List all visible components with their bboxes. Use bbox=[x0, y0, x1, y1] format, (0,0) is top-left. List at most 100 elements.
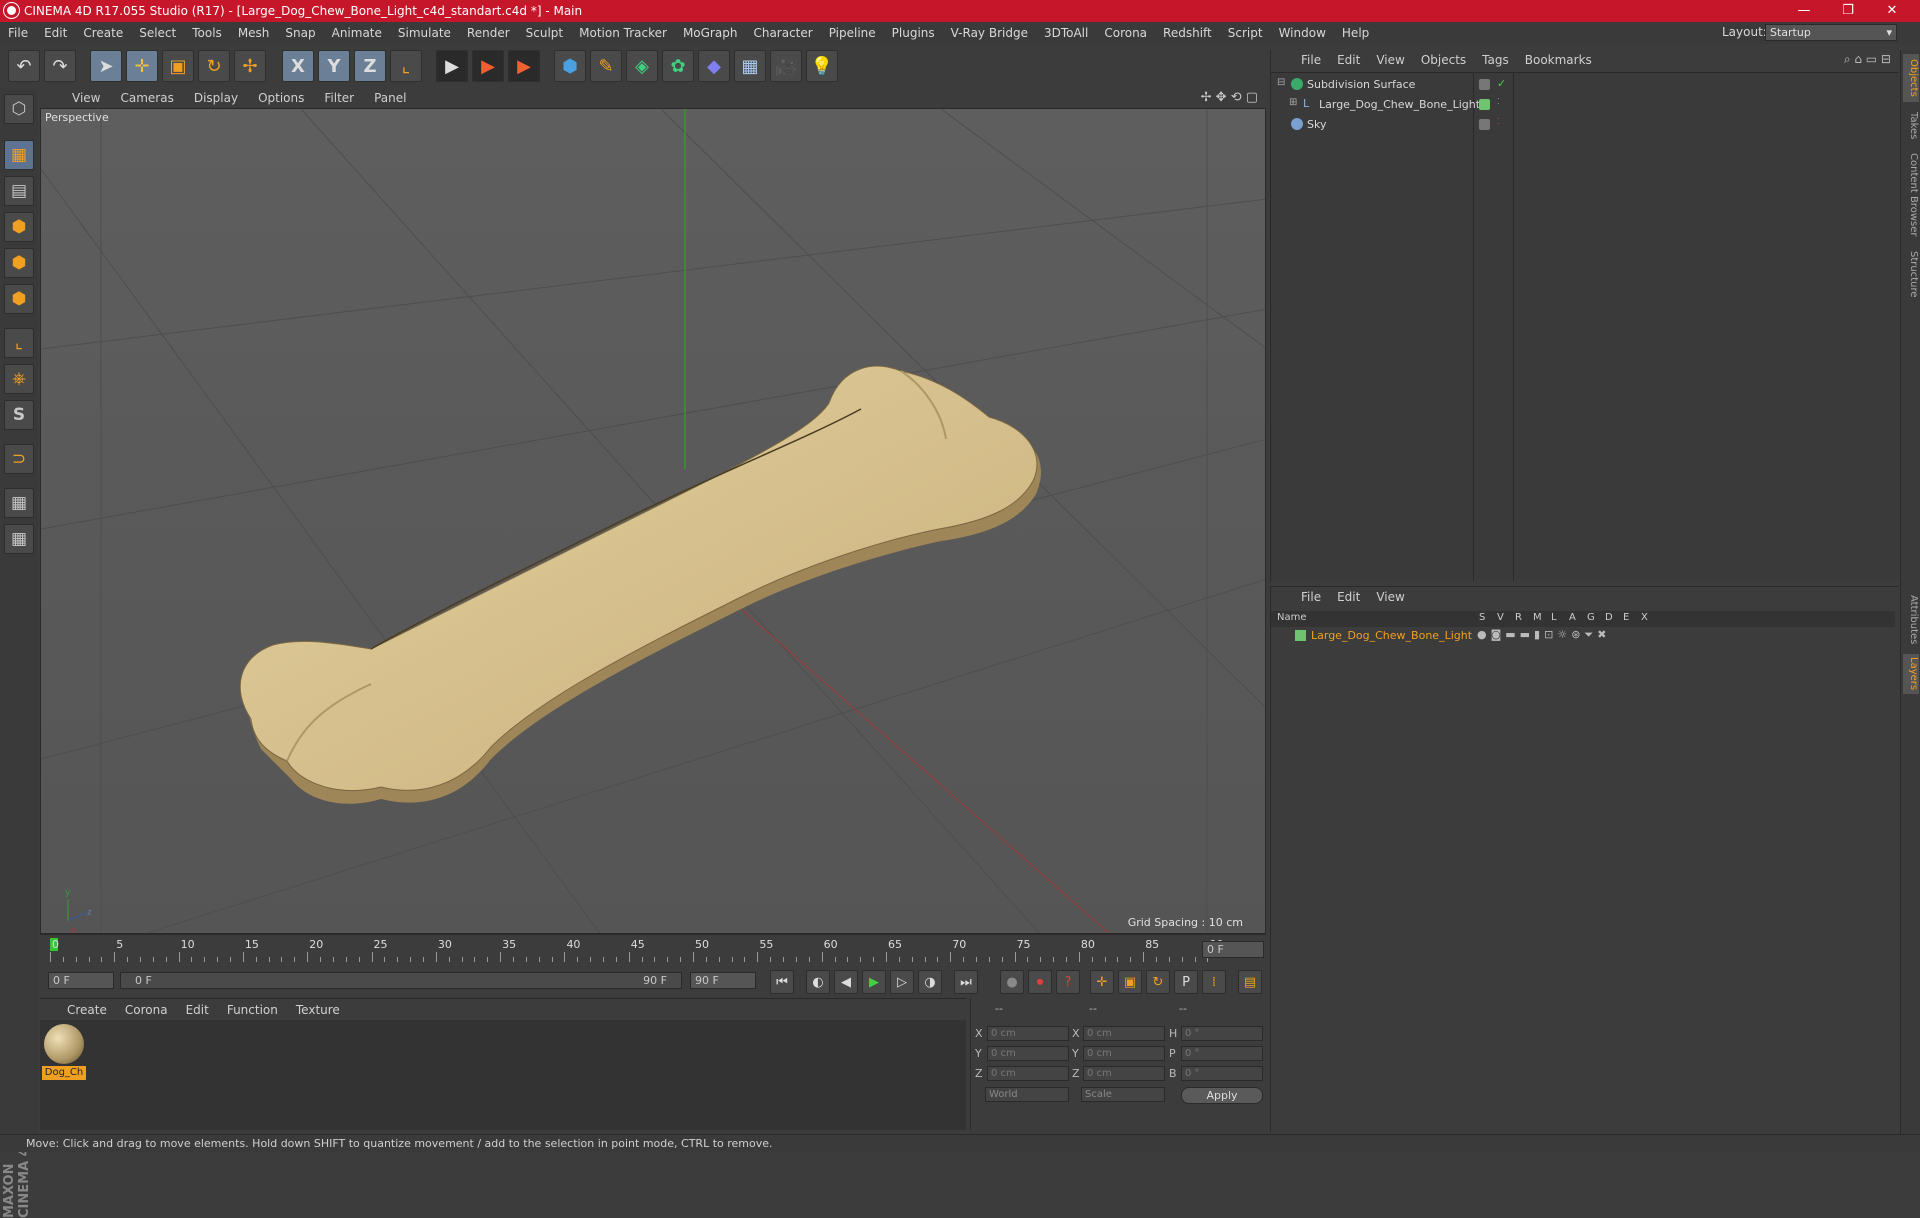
position-x-field[interactable]: 0 cm bbox=[987, 1026, 1069, 1041]
select-tool-button[interactable]: ➤ bbox=[90, 50, 122, 82]
snap-grid-button[interactable]: ▦ bbox=[4, 488, 34, 518]
menu-edit[interactable]: Edit bbox=[36, 26, 75, 40]
visibility-dots-icon[interactable]: ⁚ bbox=[1497, 117, 1500, 126]
points-mode-button[interactable]: ⬢ bbox=[4, 248, 34, 278]
object-row[interactable]: Sky ⁚ bbox=[1271, 115, 1895, 135]
menu-vray-bridge[interactable]: V-Ray Bridge bbox=[943, 26, 1036, 40]
viewport-menu-view[interactable]: View bbox=[62, 91, 110, 105]
menu-redshift[interactable]: Redshift bbox=[1155, 26, 1220, 40]
object-row[interactable]: ⊟ Subdivision Surface ✓ bbox=[1271, 75, 1895, 95]
coordinate-mode-select[interactable]: World bbox=[985, 1087, 1069, 1102]
tab-layers[interactable]: Layers bbox=[1903, 654, 1919, 694]
array-button[interactable]: ✿ bbox=[662, 50, 694, 82]
record-keys-icon[interactable]: ● bbox=[1000, 970, 1024, 994]
layer-tag-icon[interactable] bbox=[1479, 99, 1490, 110]
material-swatch[interactable]: Dog_Ch bbox=[42, 1022, 86, 1082]
menu-character[interactable]: Character bbox=[745, 26, 820, 40]
render-view-button[interactable]: ▶ bbox=[436, 50, 468, 82]
key-parameter-button[interactable]: P bbox=[1174, 970, 1198, 994]
light-button[interactable]: 💡 bbox=[806, 50, 838, 82]
material-menu-texture[interactable]: Texture bbox=[287, 1003, 349, 1017]
menu-motion-tracker[interactable]: Motion Tracker bbox=[571, 26, 675, 40]
viewport-menu-options[interactable]: Options bbox=[248, 91, 314, 105]
menu-simulate[interactable]: Simulate bbox=[390, 26, 459, 40]
perspective-viewport[interactable]: y z x Perspective Grid Spacing : 10 cm bbox=[40, 108, 1266, 934]
axis-mode-button[interactable]: ⎈ bbox=[4, 364, 34, 394]
floor-button[interactable]: ▦ bbox=[734, 50, 766, 82]
key-rotation-button[interactable]: ↻ bbox=[1146, 970, 1170, 994]
viewport-menu-panel[interactable]: Panel bbox=[364, 91, 416, 105]
keyframe-selection-button[interactable]: ? bbox=[1056, 970, 1080, 994]
menu-create[interactable]: Create bbox=[75, 26, 131, 40]
layer-tag-icon[interactable] bbox=[1479, 79, 1490, 90]
key-scale-button[interactable]: ▣ bbox=[1118, 970, 1142, 994]
objects-menu-objects[interactable]: Objects bbox=[1413, 53, 1474, 67]
end-frame-field[interactable]: 90 F bbox=[690, 972, 756, 989]
rotation-p-field[interactable]: 0 ° bbox=[1181, 1046, 1263, 1061]
texture-mode-button[interactable]: ▤ bbox=[4, 176, 34, 206]
tab-content-browser[interactable]: Content Browser bbox=[1903, 150, 1919, 240]
maximize-button[interactable]: ❐ bbox=[1826, 0, 1870, 22]
go-to-start-button[interactable]: ⏮ bbox=[770, 970, 794, 994]
scale-mode-select[interactable]: Scale bbox=[1081, 1087, 1165, 1102]
model-mode-button[interactable]: ▦ bbox=[4, 140, 34, 170]
redo-button[interactable]: ↷ bbox=[44, 50, 76, 82]
menu-select[interactable]: Select bbox=[131, 26, 184, 40]
make-editable-button[interactable]: ⬡ bbox=[4, 94, 34, 124]
menu-render[interactable]: Render bbox=[459, 26, 518, 40]
camera-button[interactable]: 🎥 bbox=[770, 50, 802, 82]
viewport-menu-cameras[interactable]: Cameras bbox=[110, 91, 183, 105]
menu-file[interactable]: File bbox=[0, 26, 36, 40]
autokey-button[interactable]: ⏺ bbox=[1028, 970, 1052, 994]
layers-menu-file[interactable]: File bbox=[1293, 590, 1329, 604]
size-z-field[interactable]: 0 cm bbox=[1083, 1066, 1165, 1081]
menu-pipeline[interactable]: Pipeline bbox=[821, 26, 884, 40]
tab-structure[interactable]: Structure bbox=[1903, 246, 1919, 302]
menu-script[interactable]: Script bbox=[1220, 26, 1271, 40]
menu-window[interactable]: Window bbox=[1271, 26, 1334, 40]
rotate-tool-button[interactable]: ↻ bbox=[198, 50, 230, 82]
menu-snap[interactable]: Snap bbox=[277, 26, 323, 40]
object-row[interactable]: ⊞ L Large_Dog_Chew_Bone_Light ⁚ bbox=[1271, 95, 1895, 115]
render-settings-button[interactable]: ▶ bbox=[508, 50, 540, 82]
go-to-end-button[interactable]: ⏭ bbox=[954, 970, 978, 994]
menu-sculpt[interactable]: Sculpt bbox=[518, 26, 571, 40]
layers-menu-edit[interactable]: Edit bbox=[1329, 590, 1368, 604]
tab-takes[interactable]: Takes bbox=[1903, 108, 1919, 144]
layer-flag-icons[interactable]: ●◙▬▬▮⊡☼⊛⏷✖ bbox=[1477, 628, 1610, 642]
apply-button[interactable]: Apply bbox=[1181, 1087, 1263, 1104]
material-menu-create[interactable]: Create bbox=[58, 1003, 116, 1017]
objects-menu-view[interactable]: View bbox=[1368, 53, 1412, 67]
timeline-ruler[interactable]: 051015202530354045505560657075808590 0 F bbox=[40, 934, 1266, 964]
render-to-picture-viewer-button[interactable]: ▶ bbox=[472, 50, 504, 82]
viewport-nav-icons[interactable]: ✢ ✥ ⟲ ▢ bbox=[1201, 90, 1258, 105]
close-button[interactable]: ✕ bbox=[1870, 0, 1914, 22]
range-slider[interactable]: 0 F 90 F bbox=[120, 972, 682, 989]
expand-toggle-icon[interactable]: ⊞ bbox=[1289, 97, 1297, 108]
polygons-mode-button[interactable]: ⌞ bbox=[4, 328, 34, 358]
material-menu-function[interactable]: Function bbox=[218, 1003, 287, 1017]
y-axis-button[interactable]: Y bbox=[318, 50, 350, 82]
start-frame-field[interactable]: 0 F bbox=[48, 972, 114, 989]
scale-tool-button[interactable]: ▣ bbox=[162, 50, 194, 82]
timeline-window-button[interactable]: ▤ bbox=[1238, 970, 1262, 994]
size-y-field[interactable]: 0 cm bbox=[1083, 1046, 1165, 1061]
pen-spline-button[interactable]: ✎ bbox=[590, 50, 622, 82]
layer-row[interactable]: Large_Dog_Chew_Bone_Light ●◙▬▬▮⊡☼⊛⏷✖ bbox=[1271, 627, 1895, 645]
layout-select[interactable]: Startup ▾ bbox=[1765, 24, 1897, 41]
tab-objects[interactable]: Objects bbox=[1903, 54, 1919, 102]
play-button[interactable]: ▶ bbox=[862, 970, 886, 994]
objects-menu-bookmarks[interactable]: Bookmarks bbox=[1517, 53, 1600, 67]
layer-tag-icon[interactable] bbox=[1479, 119, 1490, 130]
material-menu-corona[interactable]: Corona bbox=[116, 1003, 177, 1017]
menu-plugins[interactable]: Plugins bbox=[884, 26, 943, 40]
previous-key-button[interactable]: ◐ bbox=[806, 970, 830, 994]
expand-toggle-icon[interactable]: ⊟ bbox=[1277, 77, 1285, 88]
enabled-check-icon[interactable]: ✓ bbox=[1497, 77, 1506, 90]
coordinate-system-button[interactable]: ⌞ bbox=[390, 50, 422, 82]
search-icon[interactable]: ⌕ ⌂ ▭ ⊟ bbox=[1844, 52, 1891, 67]
cube-object-button[interactable]: ⬢ bbox=[554, 50, 586, 82]
menu-help[interactable]: Help bbox=[1334, 26, 1377, 40]
edges-mode-button[interactable]: ⬢ bbox=[4, 284, 34, 314]
x-axis-button[interactable]: X bbox=[282, 50, 314, 82]
